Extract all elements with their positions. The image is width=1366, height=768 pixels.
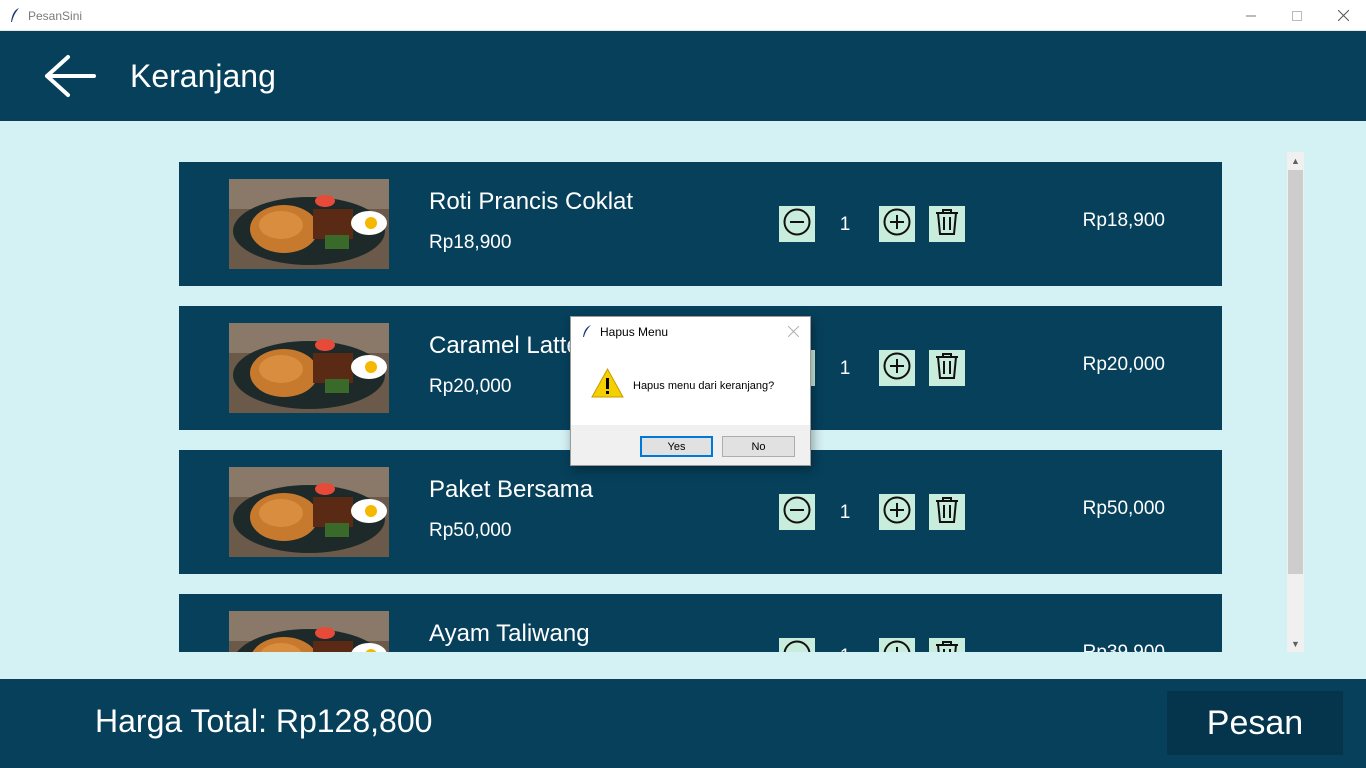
trash-icon <box>932 351 962 386</box>
scroll-thumb[interactable] <box>1288 170 1303 574</box>
minimize-icon <box>1246 15 1256 16</box>
minus-circle-icon <box>782 495 812 530</box>
page-header: Keranjang <box>0 31 1366 121</box>
back-button[interactable] <box>44 53 98 99</box>
food-image <box>229 323 389 413</box>
food-image <box>229 179 389 269</box>
cart-item: Ayam Taliwang 1 Rp39,900 <box>179 594 1222 652</box>
food-image <box>229 611 389 652</box>
yes-button[interactable]: Yes <box>640 436 713 457</box>
minus-circle-icon <box>782 639 812 652</box>
item-name: Paket Bersama <box>429 476 594 503</box>
delete-item-button[interactable] <box>929 494 965 530</box>
decrease-qty-button[interactable] <box>779 494 815 530</box>
item-price: Rp18,900 <box>429 232 512 253</box>
trash-icon <box>932 639 962 652</box>
minimize-button[interactable] <box>1228 0 1274 31</box>
cart-item: Paket Bersama Rp50,000 1 Rp50,000 <box>179 450 1222 574</box>
dialog-message: Hapus menu dari keranjang? <box>633 380 775 392</box>
feather-icon <box>583 325 591 337</box>
decrease-qty-button[interactable] <box>779 206 815 242</box>
order-button[interactable]: Pesan <box>1167 691 1343 755</box>
plus-circle-icon <box>882 351 912 386</box>
window-titlebar: PesanSini <box>0 0 1366 31</box>
item-name: Caramel Latte <box>429 332 580 359</box>
plus-circle-icon <box>882 495 912 530</box>
page-footer: Harga Total: Rp128,800 Pesan <box>0 679 1366 768</box>
item-name: Ayam Taliwang <box>429 620 590 647</box>
dialog-title: Hapus Menu <box>600 325 669 339</box>
feather-icon <box>11 8 19 22</box>
delete-item-button[interactable] <box>929 206 965 242</box>
minus-circle-icon <box>782 207 812 242</box>
scroll-up-icon[interactable]: ▲ <box>1287 152 1304 169</box>
scroll-down-icon[interactable]: ▼ <box>1287 635 1304 652</box>
item-price: Rp50,000 <box>429 520 512 541</box>
scrollbar[interactable]: ▲ ▼ <box>1287 152 1304 652</box>
increase-qty-button[interactable] <box>879 494 915 530</box>
total-price: Harga Total: Rp128,800 <box>95 703 433 739</box>
trash-icon <box>932 207 962 242</box>
trash-icon <box>932 495 962 530</box>
increase-qty-button[interactable] <box>879 350 915 386</box>
item-subtotal: Rp18,900 <box>1082 210 1165 231</box>
maximize-button[interactable] <box>1274 0 1320 31</box>
increase-qty-button[interactable] <box>879 206 915 242</box>
item-subtotal: Rp39,900 <box>1039 642 1165 652</box>
dialog-titlebar: Hapus Menu <box>571 317 810 345</box>
item-quantity: 1 <box>839 358 851 379</box>
close-button[interactable] <box>1320 0 1366 31</box>
decrease-qty-button[interactable] <box>779 638 815 652</box>
increase-qty-button[interactable] <box>879 638 915 652</box>
item-quantity: 1 <box>839 502 851 523</box>
plus-circle-icon <box>882 207 912 242</box>
delete-confirm-dialog: Hapus Menu Hapus menu dari keranjang? Ye… <box>570 316 811 466</box>
window-title: PesanSini <box>28 9 83 23</box>
close-icon <box>1337 10 1349 21</box>
item-quantity: 1 <box>829 646 861 652</box>
arrow-left-icon <box>45 55 96 97</box>
item-subtotal: Rp50,000 <box>1082 498 1165 519</box>
dialog-close-icon[interactable] <box>783 321 803 341</box>
maximize-icon <box>1292 10 1302 21</box>
cart-item: Roti Prancis Coklat Rp18,900 1 Rp18,900 <box>179 162 1222 286</box>
item-subtotal: Rp20,000 <box>1082 354 1165 375</box>
item-price: Rp20,000 <box>429 376 512 397</box>
no-button[interactable]: No <box>722 436 795 457</box>
warning-icon <box>591 367 624 398</box>
plus-circle-icon <box>882 639 912 652</box>
item-name: Roti Prancis Coklat <box>429 188 634 215</box>
page-title: Keranjang <box>130 58 276 94</box>
item-quantity: 1 <box>839 214 851 235</box>
delete-item-button[interactable] <box>929 638 965 652</box>
food-image <box>229 467 389 557</box>
delete-item-button[interactable] <box>929 350 965 386</box>
dialog-button-bar: Yes No <box>571 425 810 465</box>
